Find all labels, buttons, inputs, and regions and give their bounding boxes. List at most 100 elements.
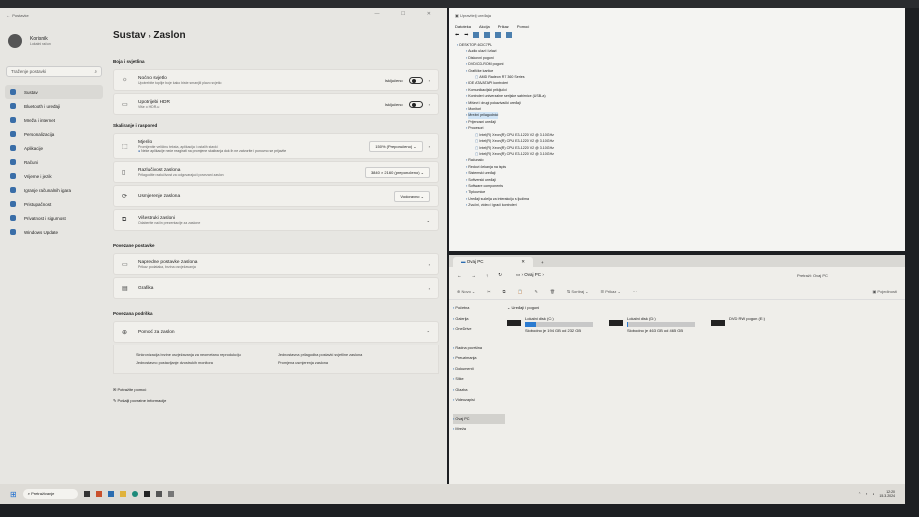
back-icon[interactable]: ← bbox=[457, 273, 462, 278]
network-icon[interactable]: ▪ bbox=[866, 492, 867, 496]
back-icon[interactable]: ⬅ bbox=[455, 32, 459, 39]
sidebar-item[interactable]: Privatnost i sigurnost bbox=[5, 211, 103, 225]
nav-pane-item[interactable]: ▪ Glazba bbox=[453, 385, 505, 396]
taskbar-search[interactable]: ⌕ Pretraživanje bbox=[22, 489, 78, 499]
scan-icon[interactable] bbox=[506, 32, 513, 38]
resolution-dropdown[interactable]: 3840 × 2160 (preporučeno) ⌄ bbox=[364, 166, 430, 178]
tab-this-pc[interactable]: ▬ Ovaj PC ✕ bbox=[453, 257, 533, 267]
cut-icon[interactable]: ✂ bbox=[487, 289, 490, 294]
help-link[interactable]: Jednostavno postavljanje dvostrukih moni… bbox=[136, 361, 274, 365]
night-light-toggle[interactable] bbox=[408, 76, 423, 84]
advanced-display-card[interactable]: ▭ Napredne postavke zaslona Prikaz podatak… bbox=[113, 253, 439, 275]
nav-pane-item[interactable]: ▪ Videozapisi bbox=[453, 395, 505, 406]
copy-icon[interactable]: ⧉ bbox=[503, 289, 506, 294]
app-icon[interactable] bbox=[107, 491, 114, 497]
search-icon: ⌕ bbox=[94, 69, 97, 74]
forward-icon[interactable]: → bbox=[472, 273, 477, 278]
hdr-toggle[interactable] bbox=[408, 100, 423, 108]
nav-pane-item[interactable]: ▪ Ovaj PC bbox=[453, 413, 505, 424]
scale-card[interactable]: ⬚ Mjerilo Promijenite veličinu teksta, apl… bbox=[113, 133, 439, 159]
nav-pane-item[interactable]: ▪ Radna površina bbox=[453, 343, 505, 354]
nav-pane-item[interactable]: ▪ Slike bbox=[453, 374, 505, 385]
app-icon[interactable] bbox=[95, 491, 102, 497]
help-link[interactable]: Jednostavna prilagodba postavki svjetlin… bbox=[278, 353, 416, 357]
device-manager-icon[interactable] bbox=[155, 491, 162, 497]
scale-dropdown[interactable]: 150% (Preporučeno) ⌄ bbox=[369, 140, 423, 152]
help-link[interactable]: Sinkronizacija brzine osvježavanja za ne… bbox=[136, 353, 274, 357]
path-segment[interactable]: Ovaj PC bbox=[524, 272, 541, 277]
more-button[interactable]: ··· bbox=[633, 289, 637, 294]
sidebar-item[interactable]: Pristupačnost bbox=[5, 197, 103, 211]
breadcrumb-parent[interactable]: Sustav bbox=[113, 30, 146, 41]
details-button[interactable]: ▣ Pojedinosti bbox=[873, 289, 897, 294]
sidebar-item[interactable]: Računi bbox=[5, 155, 103, 169]
nav-pane-item[interactable]: ▪ Mreža bbox=[453, 424, 505, 435]
address-input[interactable]: ▭ › Ovaj PC › bbox=[512, 270, 772, 280]
get-help-link[interactable]: ✉ Potražite pomoć bbox=[113, 384, 439, 395]
nav-pane-item[interactable]: ▪ Preuzimanja bbox=[453, 353, 505, 364]
nav-pane-item[interactable]: ▪ OneDrive bbox=[453, 324, 505, 335]
settings-icon[interactable] bbox=[167, 491, 174, 497]
section-header[interactable]: ⌄ Uređaji i pogoni bbox=[507, 305, 765, 310]
sidebar-item[interactable]: Aplikacije bbox=[5, 141, 103, 155]
sidebar-item[interactable]: Personalizacija bbox=[5, 127, 103, 141]
orientation-dropdown[interactable]: Vodoravno ⌄ bbox=[394, 190, 430, 202]
drive-item[interactable]: Lokalni disk (D:) Slobodno je 463 GB od 4… bbox=[609, 316, 695, 333]
nav-pane-item[interactable]: ▪ Dokumenti bbox=[453, 364, 505, 375]
drive-item[interactable]: DVD RW pogon (E:) bbox=[711, 316, 765, 333]
settings-search-input[interactable]: Traženje postavki ⌕ bbox=[6, 66, 102, 77]
help-icon[interactable] bbox=[495, 32, 502, 38]
feedback-link[interactable]: ✎ Pošalji povratne informacije bbox=[113, 395, 439, 406]
sidebar-item[interactable]: Sustav bbox=[5, 85, 103, 99]
paste-icon[interactable]: 📋 bbox=[518, 289, 523, 294]
menu-action[interactable]: Akcija bbox=[479, 24, 490, 29]
close-icon[interactable]: ✕ bbox=[521, 259, 525, 265]
update-driver-icon[interactable] bbox=[484, 32, 491, 38]
user-profile[interactable]: Korisnik Lokalni račun bbox=[8, 34, 51, 48]
delete-icon[interactable]: 🗑 bbox=[550, 289, 555, 294]
tab-bar: ▬ Ovaj PC ✕ + bbox=[449, 255, 905, 267]
help-link[interactable]: Promjena usmjerenja zaslona bbox=[278, 361, 416, 365]
window-controls[interactable]: — ☐ ✕ bbox=[375, 11, 441, 17]
nav-pane-item[interactable]: ▪ Galerija bbox=[453, 314, 505, 325]
sidebar-item[interactable]: Windows Update bbox=[5, 225, 103, 239]
menu-bar: Datoteka Akcija Prikaz Pomoć bbox=[449, 22, 905, 31]
menu-help[interactable]: Pomoć bbox=[517, 24, 529, 29]
multiple-displays-card[interactable]: ⧉ Višestruki zasloni Odaberite način preze… bbox=[113, 209, 439, 231]
new-button[interactable]: ⊕ Novo ⌄ bbox=[457, 289, 475, 294]
start-icon[interactable]: ⊞ bbox=[10, 490, 17, 499]
sort-button[interactable]: ⇅ Sortiraj ⌄ bbox=[567, 289, 589, 294]
new-tab-icon[interactable]: + bbox=[533, 258, 552, 267]
properties-icon[interactable] bbox=[473, 32, 480, 38]
graphics-card[interactable]: ▤ Grafika › bbox=[113, 277, 439, 299]
sidebar-item[interactable]: Igranje računalnih igara bbox=[5, 183, 103, 197]
up-icon[interactable]: ↑ bbox=[486, 273, 488, 278]
tree-node-label: Sistemski uređaji bbox=[468, 171, 496, 176]
chevron-up-icon[interactable]: ⌃ bbox=[858, 492, 861, 496]
sidebar-item[interactable]: Bluetooth i uređaji bbox=[5, 99, 103, 113]
tree-node[interactable]: ▪ Zvučni, video i igraći kontroleri bbox=[457, 202, 897, 208]
volume-icon[interactable]: ◖ bbox=[872, 492, 874, 496]
clock[interactable]: 12:20 15.3.2024 bbox=[879, 490, 895, 498]
sidebar-item-label: Računi bbox=[24, 159, 39, 165]
section-heading: Boja i svjetlina bbox=[113, 59, 145, 64]
app-icon[interactable] bbox=[143, 491, 150, 497]
file-explorer-icon[interactable] bbox=[119, 491, 126, 497]
forward-icon[interactable]: ➡ bbox=[464, 32, 468, 39]
menu-view[interactable]: Prikaz bbox=[498, 24, 509, 29]
refresh-icon[interactable]: ↻ bbox=[498, 272, 502, 278]
edge-icon[interactable] bbox=[131, 491, 138, 497]
sidebar-item[interactable]: Mreža i internet bbox=[5, 113, 103, 127]
sidebar-item[interactable]: Vrijeme i jezik bbox=[5, 169, 103, 183]
task-view-icon[interactable] bbox=[83, 491, 90, 497]
view-button[interactable]: ☰ Prikaz ⌄ bbox=[601, 289, 621, 294]
nav-pane-item[interactable]: ▪ Početna bbox=[453, 303, 505, 314]
night-light-card[interactable]: ☼ Noćno svjetlo Upotrebite toplije boje ka… bbox=[113, 69, 439, 91]
search-input[interactable]: Pretraži: Ovaj PC bbox=[797, 273, 897, 278]
hdr-card[interactable]: ▭ Upotrijebi HDR Više o HDR-u Isključeno › bbox=[113, 93, 439, 115]
rename-icon[interactable]: ✎ bbox=[534, 289, 537, 294]
drive-item[interactable]: Lokalni disk (C:) Slobodno je 194 GB od 2… bbox=[507, 316, 593, 333]
menu-file[interactable]: Datoteka bbox=[455, 24, 471, 29]
display-help-card[interactable]: ⊕ Pomoć za zaslon ⌃ bbox=[113, 321, 439, 343]
nav-pane-label: Ovaj PC bbox=[455, 416, 470, 421]
